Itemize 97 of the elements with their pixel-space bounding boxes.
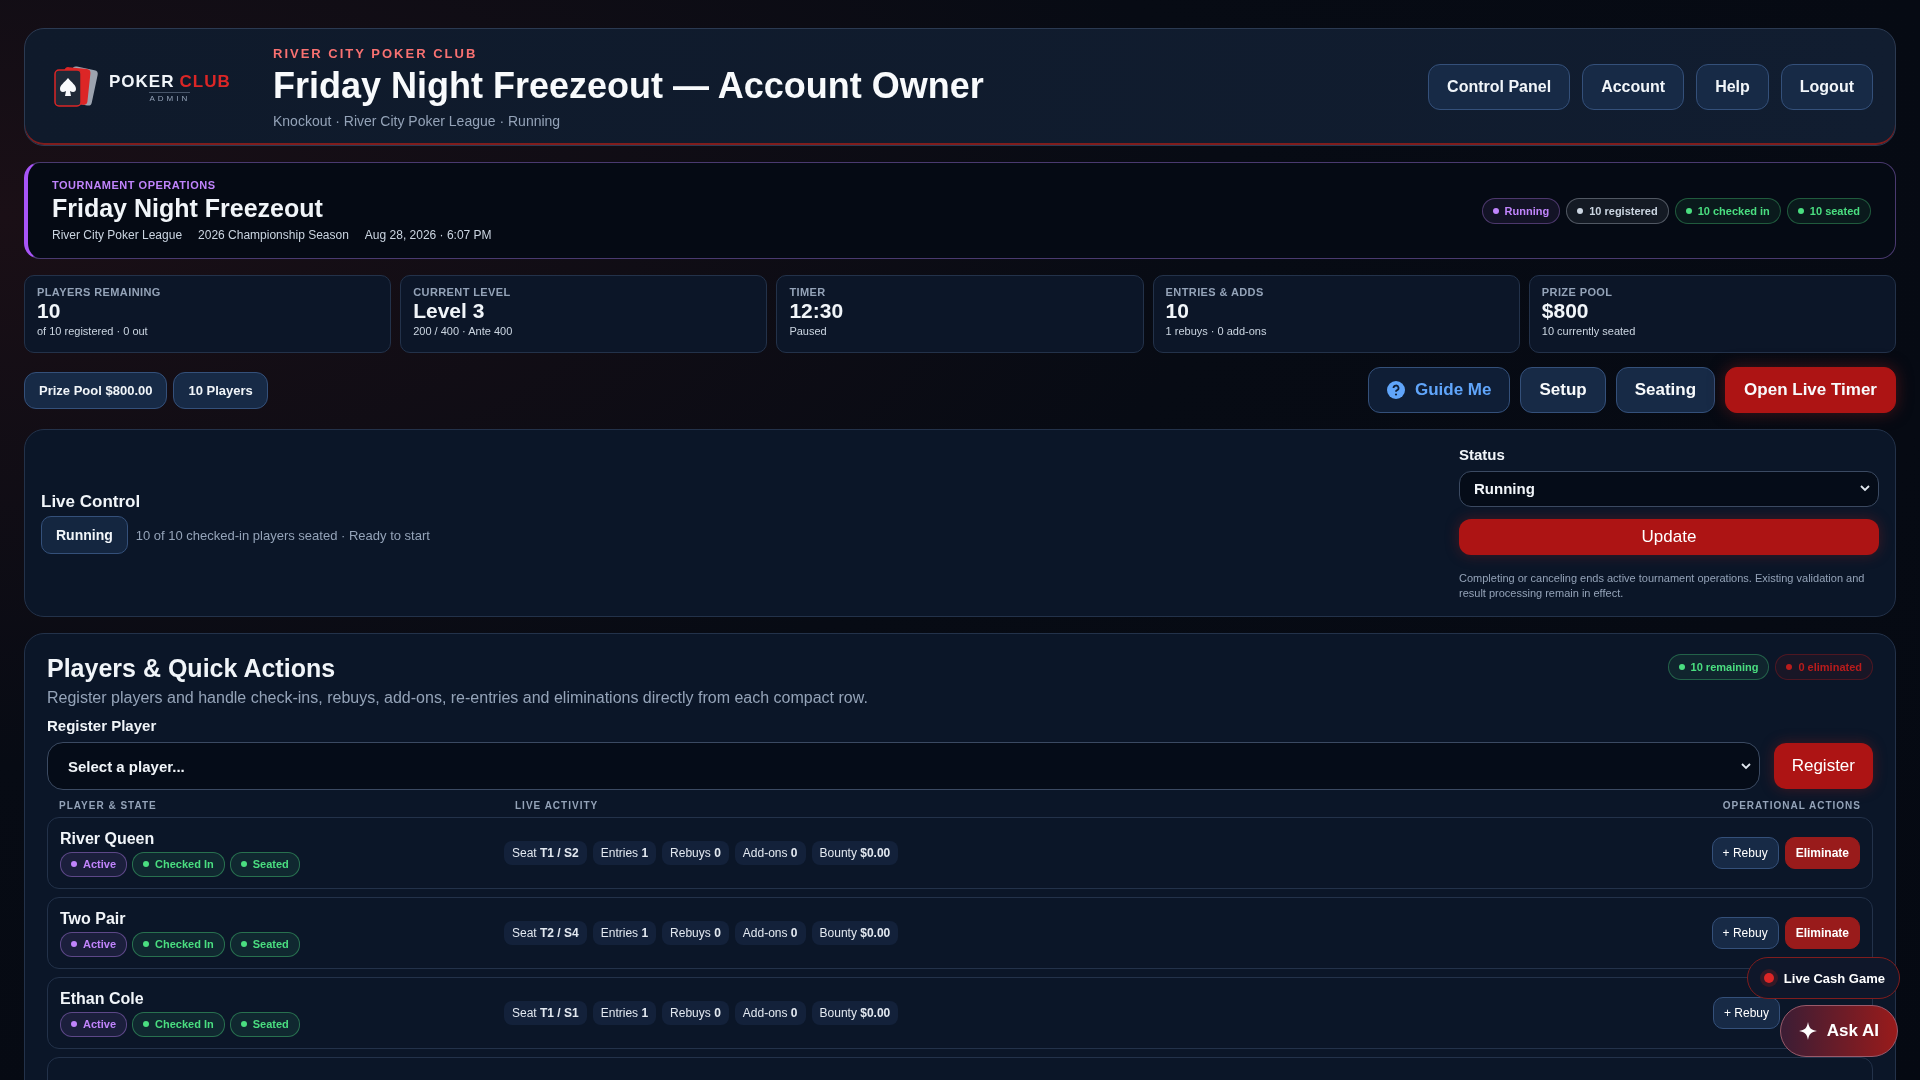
field-label: Status	[1459, 445, 1506, 463]
club-name: RIVER CITY POKER CLUB	[273, 45, 479, 61]
activity-chip: Seat T1 / S2	[504, 841, 587, 865]
live-dot-icon	[1763, 973, 1774, 983]
player-name: River Queen	[60, 829, 156, 848]
help-icon	[1386, 381, 1405, 399]
player-name: Ethan Cole	[60, 989, 145, 1008]
nav-button[interactable]: Help	[1696, 64, 1769, 110]
register-button[interactable]: Register	[1773, 743, 1873, 789]
action-button[interactable]: Guide Me	[1367, 367, 1511, 413]
action-button[interactable]: Setup	[1520, 367, 1606, 413]
stat-label: PLAYERS REMAINING	[37, 286, 162, 298]
activity-chip: Entries 1	[592, 1001, 657, 1025]
logo-subtitle: ADMIN	[149, 91, 191, 103]
stat-label: TIMER	[789, 286, 827, 298]
activity-chip: Entries 1	[592, 921, 657, 945]
status-select[interactable]: Running	[1459, 470, 1879, 507]
summary-pill: 10 Players	[173, 371, 268, 409]
tournament-meta: River City Poker League	[52, 228, 183, 242]
activity-chip: Add-ons 0	[734, 921, 806, 945]
state-tag: Active	[60, 851, 128, 877]
stat-label: CURRENT LEVEL	[413, 286, 512, 298]
status-badge: Running	[1481, 197, 1561, 224]
state-tag: Seated	[229, 1011, 300, 1037]
section-description: Register players and handle check-ins, rebuys, add-ons, re-entries and eliminations directly from each compact row.	[47, 689, 869, 707]
activity-chip: Seat T2 / S4	[504, 921, 587, 945]
sparkle-icon	[1798, 1022, 1817, 1040]
stat-value: 10	[37, 299, 62, 323]
column-header: PLAYER & STATE	[59, 800, 158, 811]
player-select[interactable]: Select a player...	[47, 742, 1760, 790]
stat-label: ENTRIES & ADDS	[1165, 286, 1265, 298]
column-header: OPERATIONAL ACTIONS	[1722, 800, 1861, 811]
activity-chip: Bounty $0.00	[811, 841, 899, 865]
stat-value: Level 3	[413, 299, 486, 323]
activity-chip: Add-ons 0	[734, 1001, 806, 1025]
stat-value: 12:30	[789, 299, 845, 323]
state-pill: Running	[41, 516, 128, 554]
action-button[interactable]: Seating	[1615, 367, 1716, 413]
activity-chip: Entries 1	[592, 841, 657, 865]
rebuy-button[interactable]: + Rebuy	[1711, 917, 1779, 949]
page-title: Friday Night Freezeout — Account Owner	[273, 64, 985, 107]
activity-chip: Add-ons 0	[734, 841, 806, 865]
rebuy-button[interactable]: + Rebuy	[1711, 837, 1779, 869]
activity-chip: Rebuys 0	[662, 921, 729, 945]
player-name: Two Pair	[60, 909, 127, 928]
ask-ai-button[interactable]: Ask AI	[1779, 1005, 1898, 1057]
stat-note: 10 currently seated	[1541, 325, 1637, 337]
chevron-down-icon	[1860, 485, 1870, 492]
status-badge: 10 registered	[1566, 197, 1669, 224]
count-badge: 0 eliminated	[1775, 654, 1873, 680]
activity-chip: Bounty $0.00	[811, 921, 899, 945]
nav-button[interactable]: Control Panel	[1428, 64, 1571, 110]
status-badge: 10 seated	[1786, 197, 1871, 224]
rebuy-button[interactable]: + Rebuy	[1712, 997, 1780, 1029]
live-cash-game-button[interactable]: Live Cash Game	[1746, 957, 1900, 999]
nav-button[interactable]: Account	[1582, 64, 1685, 110]
stat-note: 200 / 400 · Ante 400	[413, 325, 514, 337]
state-tag: Active	[60, 1011, 128, 1037]
state-tag: Active	[60, 931, 128, 957]
eliminate-button[interactable]: Eliminate	[1784, 837, 1860, 869]
activity-chip: Rebuys 0	[662, 1001, 729, 1025]
tournament-meta: 2026 Championship Season	[198, 228, 349, 242]
action-button[interactable]: Open Live Timer	[1725, 367, 1896, 413]
chevron-down-icon	[1740, 762, 1751, 770]
stat-value: 10	[1165, 299, 1190, 323]
state-tag: Seated	[229, 931, 300, 957]
summary-pill: Prize Pool $800.00	[24, 371, 168, 409]
state-tag: Checked In	[132, 1011, 225, 1037]
section-title: Live Control	[41, 492, 142, 512]
status-note: 10 of 10 checked-in players seated · Ready to start	[135, 527, 430, 543]
tournament-meta: Aug 28, 2026 · 6:07 PM	[364, 228, 492, 242]
logo-text: CLUB	[179, 71, 231, 92]
section-kicker: TOURNAMENT OPERATIONS	[52, 179, 217, 191]
count-badge: 10 remaining	[1667, 654, 1770, 680]
state-tag: Checked In	[132, 931, 225, 957]
stat-note: Paused	[789, 325, 828, 337]
logo-text: POKER	[109, 71, 175, 92]
column-header: LIVE ACTIVITY	[515, 800, 600, 811]
activity-chip: Bounty $0.00	[811, 1001, 899, 1025]
state-tag: Seated	[229, 851, 300, 877]
stat-note: of 10 registered · 0 out	[37, 325, 149, 337]
page-subtitle: Knockout · River City Poker League · Running	[273, 112, 562, 129]
playing-cards-icon	[51, 64, 101, 110]
eliminate-button[interactable]: Eliminate	[1784, 917, 1860, 949]
stat-note: 1 rebuys · 0 add-ons	[1165, 325, 1268, 337]
status-badge: 10 checked in	[1674, 197, 1781, 224]
field-label: Register Player	[47, 717, 158, 734]
tournament-title: Friday Night Freezeout	[52, 194, 324, 223]
stat-value: $800	[1541, 299, 1590, 323]
nav-button[interactable]: Logout	[1780, 64, 1873, 110]
update-button[interactable]: Update	[1459, 518, 1879, 555]
activity-chip: Rebuys 0	[662, 841, 729, 865]
activity-chip: Seat T1 / S1	[504, 1001, 587, 1025]
section-title: Players & Quick Actions	[47, 654, 336, 683]
help-text: Completing or canceling ends active tournament operations. Existing validation and result processing remain in effect.	[1459, 570, 1866, 601]
state-tag: Checked In	[132, 851, 225, 877]
stat-label: PRIZE POOL	[1541, 286, 1614, 298]
